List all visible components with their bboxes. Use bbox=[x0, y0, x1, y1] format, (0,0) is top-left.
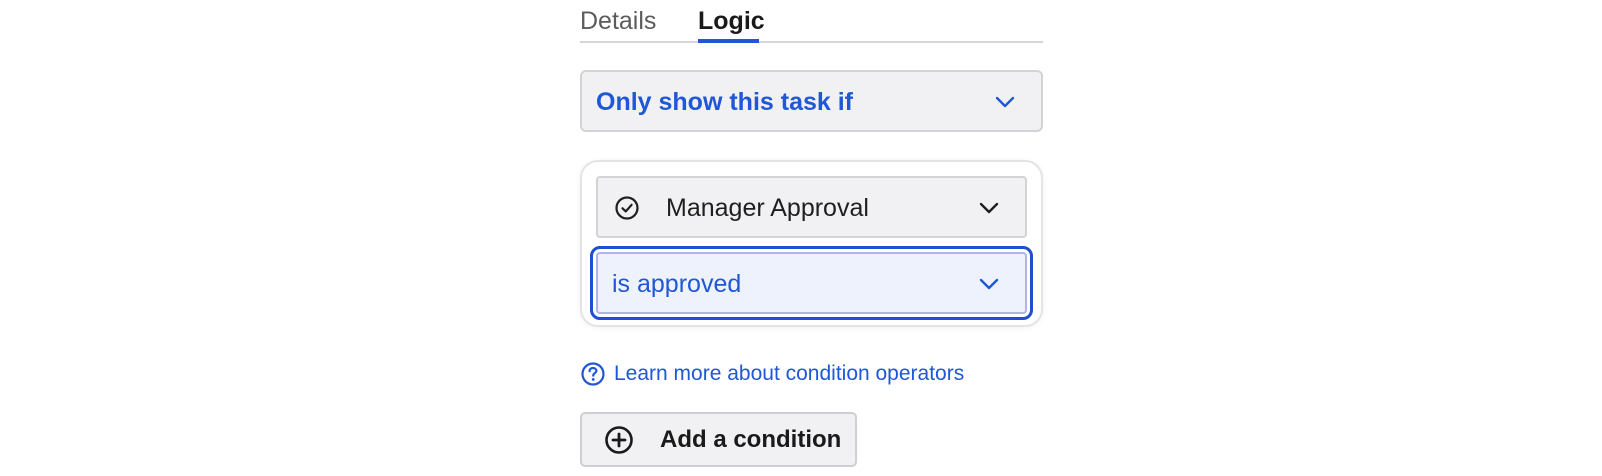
learn-more-label: Learn more about condition operators bbox=[614, 362, 965, 385]
learn-more-link[interactable]: Learn more about condition operators bbox=[580, 360, 964, 388]
add-condition-button[interactable]: Add a condition bbox=[580, 412, 857, 467]
condition-field-dropdown[interactable]: Manager Approval bbox=[596, 176, 1027, 238]
condition-field-value: Manager Approval bbox=[666, 194, 869, 222]
chevron-down-icon bbox=[979, 202, 999, 214]
condition-operator-dropdown[interactable]: is approved bbox=[596, 252, 1027, 314]
task-logic-panel: Details Logic Only show this task if Man… bbox=[580, 0, 1043, 476]
chevron-down-icon bbox=[979, 278, 999, 290]
condition-operator-value: is approved bbox=[612, 270, 742, 298]
check-circle-icon bbox=[615, 196, 639, 220]
active-tab-indicator bbox=[698, 39, 759, 43]
question-circle-icon bbox=[581, 362, 605, 386]
visibility-mode-dropdown[interactable]: Only show this task if bbox=[580, 70, 1043, 132]
tab-bar: Details Logic bbox=[580, 0, 1043, 43]
tab-details[interactable]: Details bbox=[580, 6, 656, 36]
add-condition-label: Add a condition bbox=[660, 426, 842, 453]
plus-circle-icon bbox=[605, 426, 633, 454]
condition-card: Manager Approval is approved bbox=[580, 160, 1043, 327]
tab-logic[interactable]: Logic bbox=[698, 6, 765, 36]
visibility-mode-value: Only show this task if bbox=[596, 88, 853, 116]
chevron-down-icon bbox=[995, 96, 1015, 108]
